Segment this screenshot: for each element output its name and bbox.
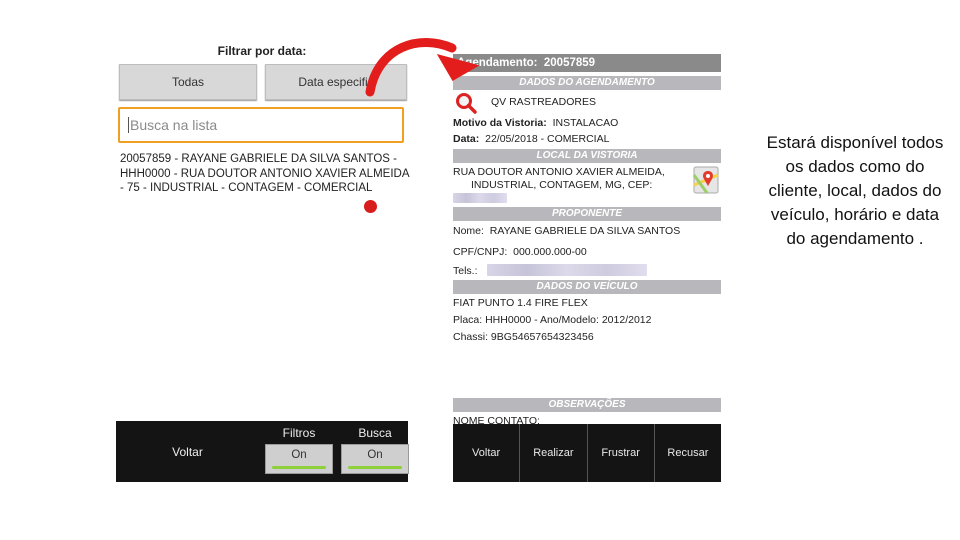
toggle-indicator <box>272 466 326 469</box>
perform-button[interactable]: Realizar <box>520 424 588 482</box>
cpf-label: CPF/CNPJ: <box>453 246 508 258</box>
search-toggle[interactable]: On <box>341 444 409 474</box>
search-toggle-value: On <box>367 449 383 461</box>
appointment-header: Agendamento: 20057859 <box>453 54 721 72</box>
vehicle-chassis: Chassi: 9BG54657654323456 <box>453 331 594 343</box>
list-screen: Filtrar por data: Todas Data especific B… <box>116 40 411 482</box>
redacted-cep <box>453 193 507 203</box>
search-toggle-label: Busca <box>358 426 392 440</box>
section-appointment: DADOS DO AGENDAMENTO <box>453 76 721 90</box>
map-pin-icon[interactable] <box>693 166 719 194</box>
date-value: 22/05/2018 - COMERCIAL <box>485 133 610 145</box>
back-button[interactable]: Voltar <box>453 424 521 482</box>
reason-value: INSTALACAO <box>552 117 619 129</box>
search-input[interactable]: Busca na lista <box>118 107 404 143</box>
appointment-id: 20057859 <box>543 57 596 69</box>
phones-label: Tels.: <box>453 265 478 277</box>
address-line-2: INDUSTRIAL, CONTAGEM, MG, CEP: <box>471 179 653 191</box>
bottom-bar: Voltar Filtros On Busca On <box>116 421 411 482</box>
filters-label: Filtros <box>282 426 316 440</box>
filters-toggle-value: On <box>291 449 307 461</box>
vehicle-model: FIAT PUNTO 1.4 FIRE FLEX <box>453 297 588 309</box>
address-line-1: RUA DOUTOR ANTONIO XAVIER ALMEIDA, <box>453 166 665 178</box>
name-value: RAYANE GABRIELE DA SILVA SANTOS <box>489 225 681 237</box>
date-label: Data: <box>453 133 480 145</box>
cpf-value: 000.000.000-00 <box>513 246 587 258</box>
section-vehicle: DADOS DO VEÍCULO <box>453 280 721 294</box>
company-name: QV RASTREADORES <box>491 96 597 108</box>
search-toggle-group: Busca On <box>339 421 411 482</box>
toggle-indicator <box>348 466 402 469</box>
back-button[interactable]: Voltar <box>116 421 259 482</box>
vehicle-plate-year: Placa: HHH0000 - Ano/Modelo: 2012/2012 <box>453 314 652 326</box>
inspection-date: Data: 22/05/2018 - COMERCIAL <box>453 133 609 145</box>
filters-toggle-group: Filtros On <box>263 421 335 482</box>
detail-screen: Agendamento: 20057859 DADOS DO AGENDAMEN… <box>453 54 721 482</box>
action-bar: Voltar Realizar Frustrar Recusar <box>453 424 721 482</box>
section-proponent: PROPONENTE <box>453 207 721 221</box>
red-dot-marker <box>364 200 377 213</box>
curved-arrow-icon <box>365 38 480 97</box>
all-dates-button[interactable]: Todas <box>119 64 257 100</box>
proponent-name: Nome: RAYANE GABRIELE DA SILVA SANTOS <box>453 225 680 237</box>
reason-label: Motivo da Vistoria: <box>453 117 547 129</box>
search-placeholder: Busca na lista <box>130 117 218 133</box>
proponent-cpf: CPF/CNPJ: 000.000.000-00 <box>453 246 587 258</box>
refuse-button[interactable]: Recusar <box>655 424 721 482</box>
description-caption: Estará disponível todos os dados como do… <box>766 133 944 248</box>
inspection-reason: Motivo da Vistoria: INSTALACAO <box>453 117 618 129</box>
text-cursor <box>128 117 129 133</box>
name-label: Nome: <box>453 225 484 237</box>
section-observations: OBSERVAÇÕES <box>453 398 721 412</box>
redacted-phones <box>487 264 647 276</box>
list-item[interactable]: 20057859 - RAYANE GABRIELE DA SILVA SANT… <box>120 152 410 196</box>
section-location: LOCAL DA VISTORIA <box>453 149 721 163</box>
filters-toggle[interactable]: On <box>265 444 333 474</box>
frustrate-button[interactable]: Frustrar <box>588 424 655 482</box>
